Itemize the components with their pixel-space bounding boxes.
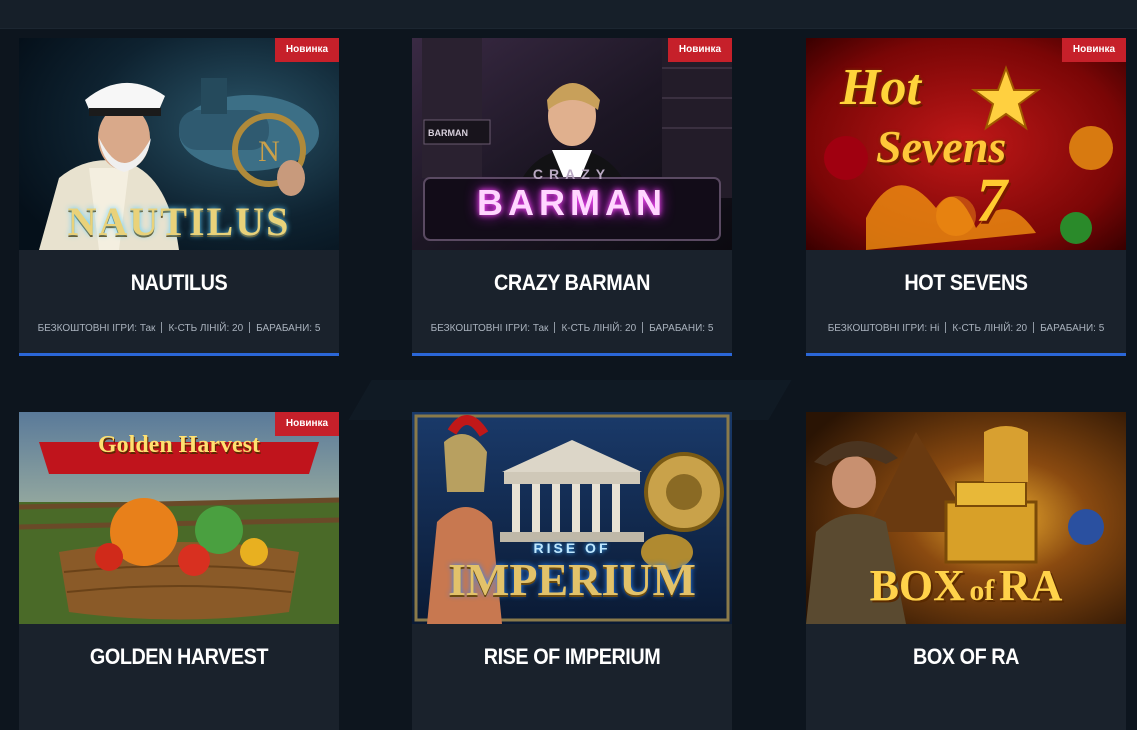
free-games-value: Ні xyxy=(929,323,940,334)
reels-value: 5 xyxy=(314,323,321,334)
reels-value: 5 xyxy=(707,323,714,334)
game-card-golden-harvest[interactable]: Golden Harvest Новинка GOLDEN HARVEST xyxy=(19,412,339,730)
logo-text: Hot xyxy=(840,59,921,116)
lines-label: К-СТЬ ЛІНІЙ: xyxy=(952,323,1014,334)
game-title[interactable]: CRAZY BARMAN xyxy=(428,270,716,296)
free-games-value: Так xyxy=(532,323,549,334)
svg-text:N: N xyxy=(258,135,280,168)
top-bar xyxy=(0,0,1137,29)
logo-text: BOX xyxy=(869,561,965,610)
game-card-nautilus[interactable]: N NAUTILUS Новинка NAUTILUS БЕЗКОШТОВНІ … xyxy=(19,38,339,356)
reels-label: БАРАБАНИ: xyxy=(1040,323,1096,334)
game-logo-box-of-ra: BOX of RA xyxy=(806,560,1126,611)
free-games-label: БЕЗКОШТОВНІ ІГРИ: xyxy=(37,323,138,334)
reels-value: 5 xyxy=(1098,323,1105,334)
sign-crazy-barman: BARMAN xyxy=(428,123,468,141)
new-badge: Новинка xyxy=(275,412,339,436)
logo-text: NAUTILUS xyxy=(67,199,291,244)
game-thumbnail-crazy-barman[interactable]: BARMAN CRAZY BARMAN Новинка xyxy=(412,38,732,250)
divider xyxy=(249,322,251,333)
game-meta: БЕЗКОШТОВНІ ІГРИ: Ні К-СТЬ ЛІНІЙ: 20 БАРАБ… xyxy=(806,322,1126,334)
game-title[interactable]: RISE OF IMPERIUM xyxy=(428,644,716,670)
divider xyxy=(945,322,947,333)
lines-value: 20 xyxy=(625,323,637,334)
game-thumbnail-golden-harvest[interactable]: Golden Harvest Новинка xyxy=(19,412,339,624)
game-info: RISE OF IMPERIUM xyxy=(412,624,732,730)
game-info: GOLDEN HARVEST xyxy=(19,624,339,730)
game-meta: БЕЗКОШТОВНІ ІГРИ: Так К-СТЬ ЛІНІЙ: 20 БАРА… xyxy=(412,322,732,334)
game-logo-crazy-barman: CRAZY BARMAN xyxy=(412,166,732,224)
divider xyxy=(554,322,556,333)
game-card-crazy-barman[interactable]: BARMAN CRAZY BARMAN Новинка CRAZY BARMAN… xyxy=(412,38,732,356)
divider xyxy=(642,322,644,333)
game-title[interactable]: BOX OF RA xyxy=(822,644,1110,670)
game-title[interactable]: HOT SEVENS xyxy=(822,270,1110,296)
game-thumbnail-hot-sevens[interactable]: Hot Sevens 7 Новинка xyxy=(806,38,1126,250)
lines-label: К-СТЬ ЛІНІЙ: xyxy=(561,323,623,334)
game-title[interactable]: GOLDEN HARVEST xyxy=(35,644,323,670)
logo-subtext: CRAZY xyxy=(532,166,612,182)
free-games-label: БЕЗКОШТОВНІ ІГРИ: xyxy=(430,323,531,334)
game-thumbnail-rise-of-imperium[interactable]: RISE OF IMPERIUM xyxy=(412,412,732,624)
free-games-value: Так xyxy=(139,323,156,334)
logo-subtext: of xyxy=(969,574,995,607)
new-badge: Новинка xyxy=(668,38,732,62)
lines-value: 20 xyxy=(232,323,244,334)
logo-text: BARMAN xyxy=(477,182,667,223)
game-logo-nautilus: NAUTILUS xyxy=(19,198,339,245)
game-info: NAUTILUS БЕЗКОШТОВНІ ІГРИ: Так К-СТЬ ЛІНІ… xyxy=(19,250,339,356)
logo-number: 7 xyxy=(976,167,1007,235)
accent-line xyxy=(806,353,1126,356)
logo-text: Golden Harvest xyxy=(98,432,260,458)
game-info: BOX OF RA xyxy=(806,624,1126,730)
game-thumbnail-nautilus[interactable]: N NAUTILUS Новинка xyxy=(19,38,339,250)
sign-text: BARMAN xyxy=(428,128,468,138)
new-badge: Новинка xyxy=(275,38,339,62)
game-logo-golden-harvest: Golden Harvest xyxy=(19,432,339,459)
game-info: HOT SEVENS БЕЗКОШТОВНІ ІГРИ: Ні К-СТЬ ЛІН… xyxy=(806,250,1126,356)
game-logo-rise-of-imperium: RISE OF IMPERIUM xyxy=(412,540,732,604)
game-logo-hot-sevens: Hot xyxy=(840,58,921,117)
game-card-hot-sevens[interactable]: Hot Sevens 7 Новинка HOT SEVENS БЕЗКОШТО… xyxy=(806,38,1126,356)
game-title[interactable]: NAUTILUS xyxy=(35,270,323,296)
accent-line xyxy=(412,353,732,356)
lines-label: К-СТЬ ЛІНІЙ: xyxy=(168,323,230,334)
game-card-rise-of-imperium[interactable]: RISE OF IMPERIUM RISE OF IMPERIUM xyxy=(412,412,732,730)
logo-text: IMPERIUM xyxy=(448,554,696,605)
game-meta: БЕЗКОШТОВНІ ІГРИ: Так К-СТЬ ЛІНІЙ: 20 БАРА… xyxy=(19,322,339,334)
divider xyxy=(161,322,163,333)
accent-line xyxy=(19,353,339,356)
lines-value: 20 xyxy=(1015,323,1028,334)
reels-label: БАРАБАНИ: xyxy=(256,323,313,334)
divider xyxy=(1033,322,1035,333)
game-card-box-of-ra[interactable]: BOX of RA BOX OF RA xyxy=(806,412,1126,730)
game-info: CRAZY BARMAN БЕЗКОШТОВНІ ІГРИ: Так К-СТЬ … xyxy=(412,250,732,356)
game-thumbnail-box-of-ra[interactable]: BOX of RA xyxy=(806,412,1126,624)
new-badge: Новинка xyxy=(1062,38,1126,62)
free-games-label: БЕЗКОШТОВНІ ІГРИ: xyxy=(827,323,928,334)
game-logo-hot-sevens-num: 7 xyxy=(976,166,1007,237)
logo-number: RA xyxy=(998,561,1063,610)
reels-label: БАРАБАНИ: xyxy=(649,323,706,334)
